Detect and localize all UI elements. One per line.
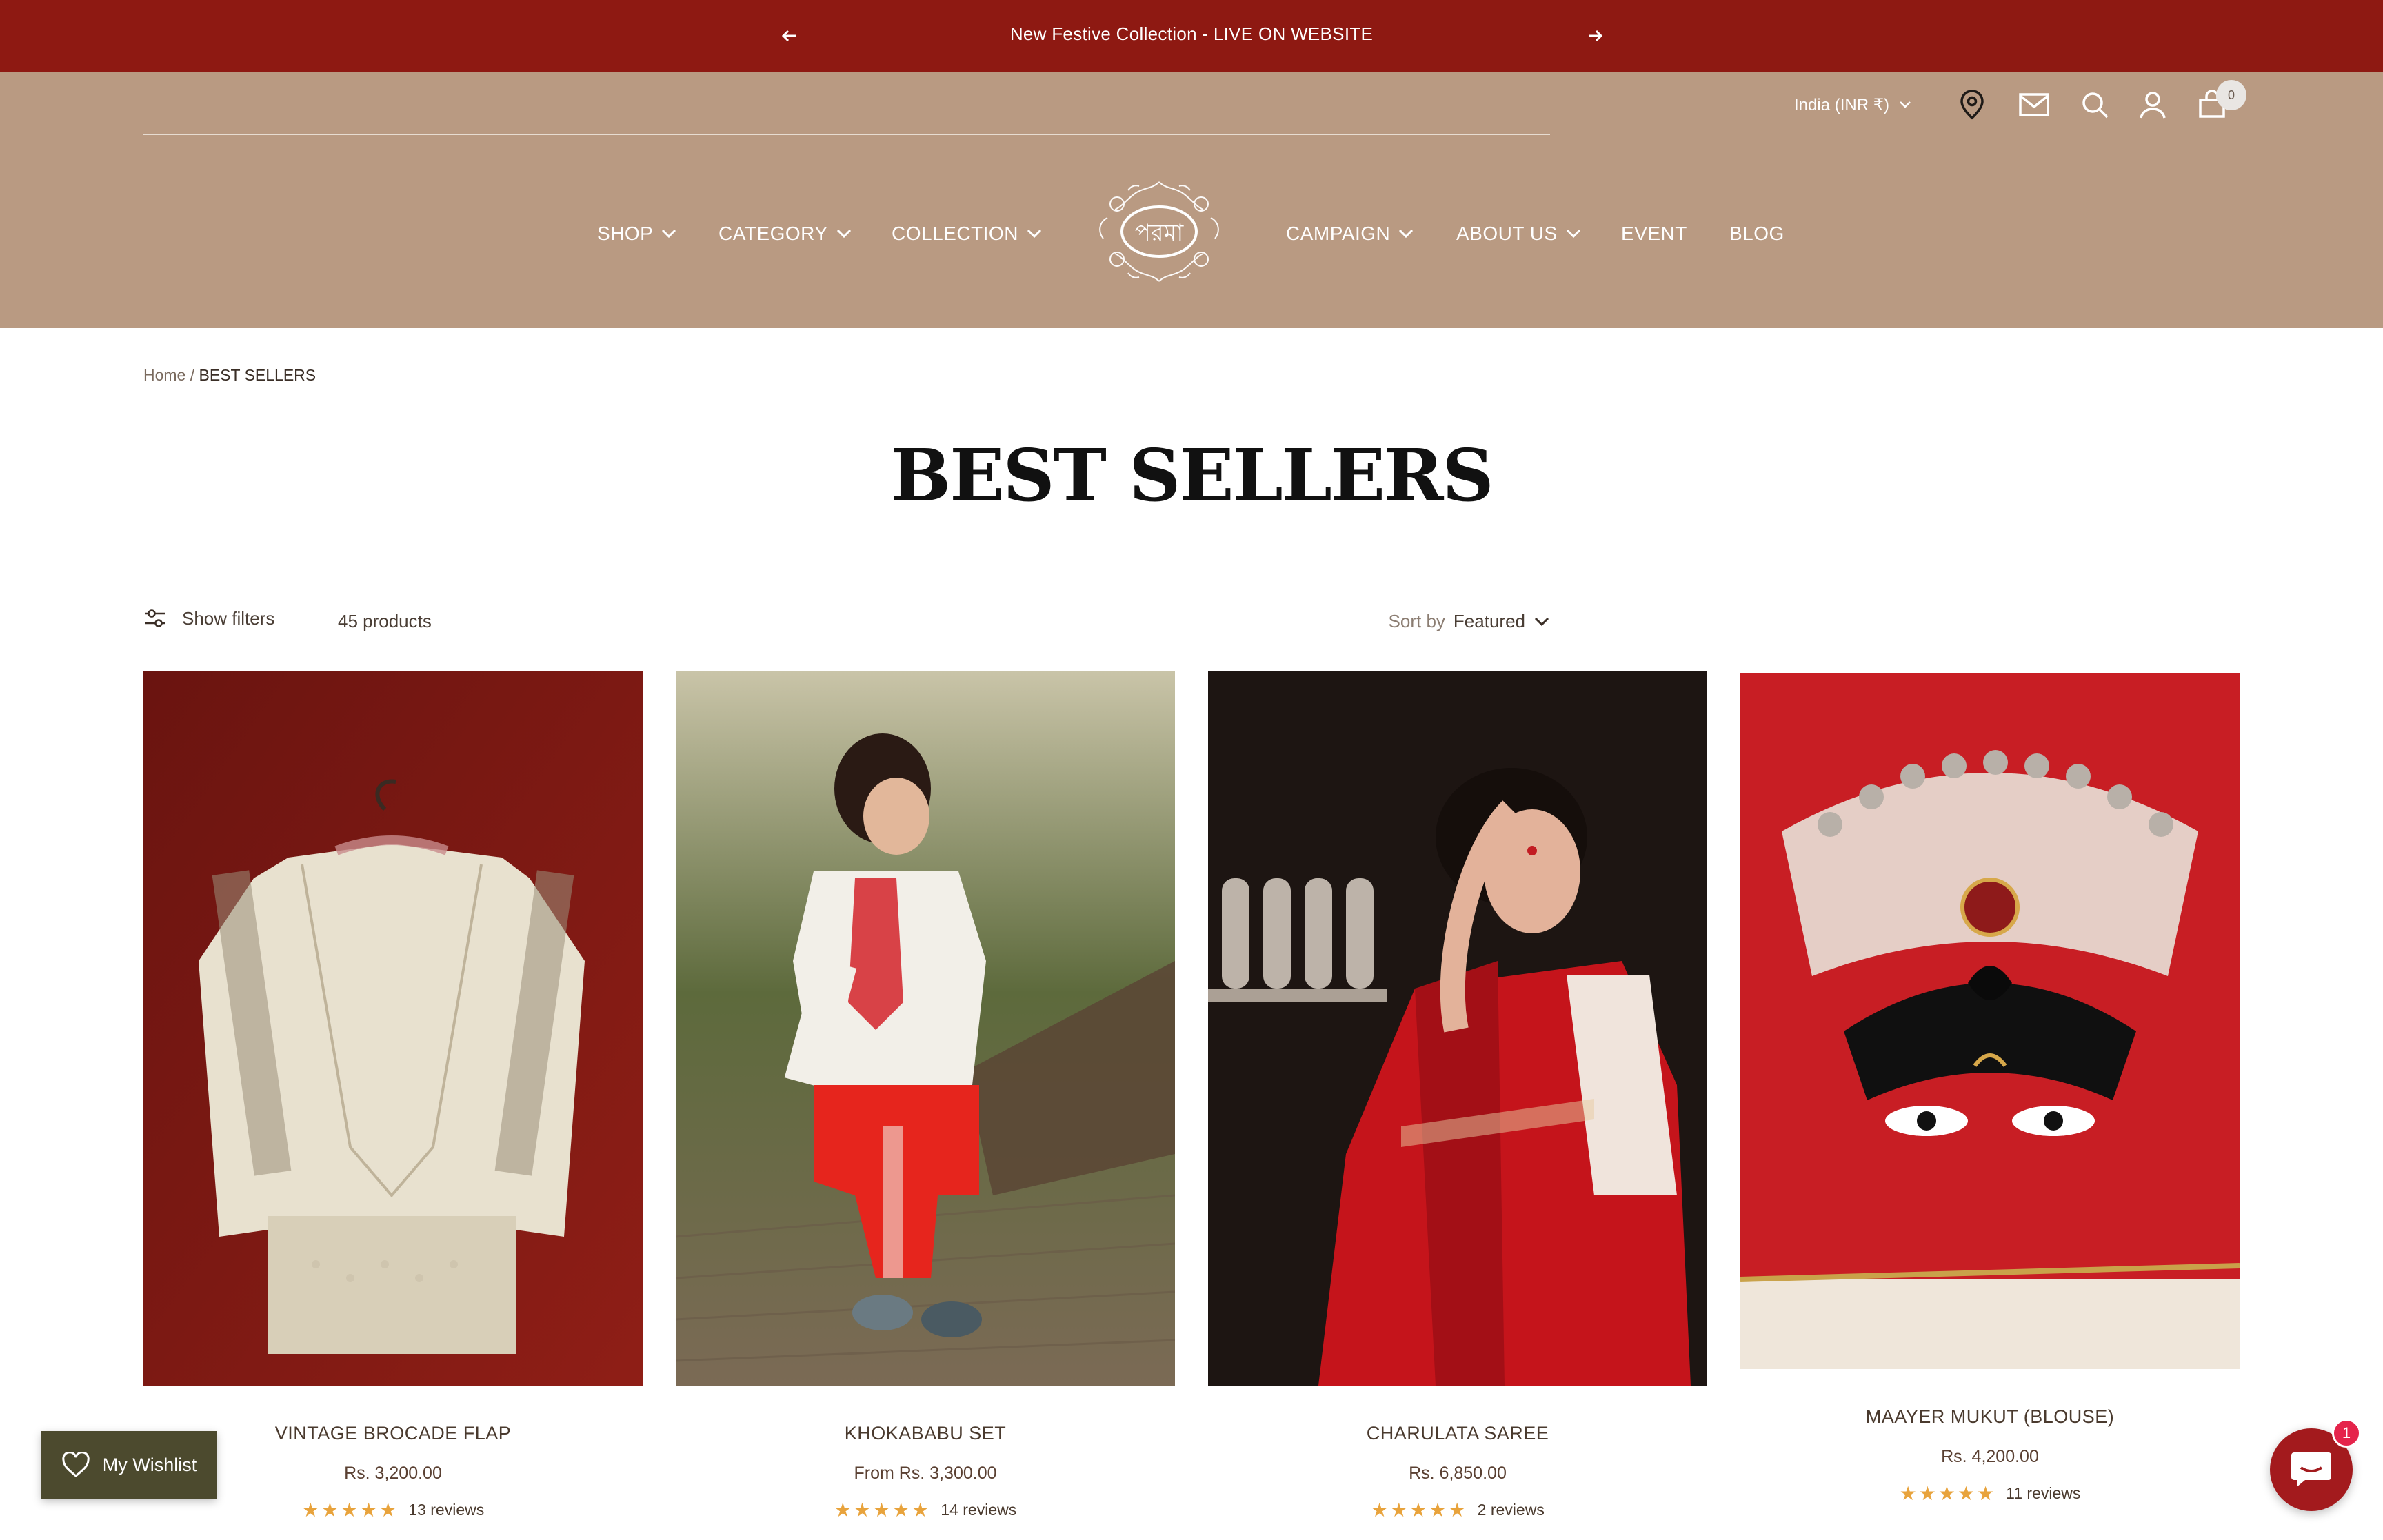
nav-label: SHOP [597, 223, 654, 244]
nav-label: COLLECTION [892, 223, 1018, 244]
product-price: Rs. 4,200.00 [1941, 1447, 2039, 1466]
nav-label: CATEGORY [718, 223, 828, 244]
star-rating-icon: ★★★★★ [301, 1499, 399, 1521]
product-image[interactable] [1740, 673, 2240, 1369]
cart-count-badge: 0 [2216, 80, 2246, 110]
nav-label: EVENT [1621, 223, 1687, 244]
sort-label: Sort by [1388, 611, 1445, 631]
nav-label: BLOG [1729, 223, 1784, 244]
product-title[interactable]: KHOKABABU SET [676, 1423, 1175, 1444]
product-card[interactable]: MAAYER MUKUT (BLOUSE) Rs. 4,200.00 ★★★★★… [1740, 673, 2240, 1505]
sort-dropdown[interactable]: Sort by Featured [1389, 611, 1550, 632]
chevron-down-icon [1027, 229, 1041, 239]
product-price: Rs. 6,850.00 [1409, 1463, 1507, 1483]
star-rating-icon: ★★★★★ [1371, 1499, 1468, 1521]
star-rating-icon: ★★★★★ [1899, 1483, 1997, 1504]
product-image[interactable] [143, 671, 643, 1386]
product-card[interactable]: VINTAGE BROCADE FLAP Rs. 3,200.00 ★★★★★ … [143, 671, 643, 1521]
chevron-down-icon [1900, 101, 1911, 108]
product-price: Rs. 3,200.00 [344, 1463, 442, 1483]
locale-selector[interactable]: India (INR ₹) [1794, 91, 1911, 119]
site-logo[interactable]: পরমা [1087, 176, 1231, 287]
chat-bubble-icon [2291, 1452, 2331, 1487]
announcement-bar: New Festive Collection - LIVE ON WEBSITE [0, 0, 2383, 72]
product-count: 45 products [338, 611, 432, 631]
breadcrumb-home[interactable]: Home [143, 366, 185, 384]
my-wishlist-button[interactable]: My Wishlist [41, 1431, 217, 1499]
review-count: 13 reviews [408, 1501, 485, 1519]
breadcrumb-separator: / [190, 366, 195, 384]
collection-toolbar: Show filters 45 products Sort by Feature… [143, 607, 1550, 634]
product-card[interactable]: CHARULATA SAREE Rs. 6,850.00 ★★★★★ 2 rev… [1208, 671, 1707, 1521]
review-count: 14 reviews [941, 1501, 1017, 1519]
account-icon[interactable] [2135, 87, 2171, 123]
sort-value: Featured [1453, 611, 1525, 631]
chevron-down-icon [1534, 617, 1549, 626]
product-rating: ★★★★★ 2 reviews [1208, 1499, 1707, 1521]
nav-item-event[interactable]: EVENT [1621, 223, 1687, 245]
product-rating: ★★★★★ 13 reviews [143, 1499, 643, 1521]
review-count: 11 reviews [2006, 1484, 2081, 1502]
header-divider [143, 134, 1550, 135]
product-image[interactable] [676, 671, 1175, 1386]
location-pin-icon[interactable] [1954, 87, 1990, 123]
chevron-down-icon [836, 229, 851, 239]
arrow-right-icon[interactable] [1582, 22, 1609, 50]
nav-item-blog[interactable]: BLOG [1729, 223, 1784, 245]
nav-item-shop[interactable]: SHOP [597, 223, 676, 245]
wishlist-label: My Wishlist [102, 1454, 197, 1475]
nav-item-about-us[interactable]: ABOUT US [1456, 223, 1581, 245]
product-title[interactable]: MAAYER MUKUT (BLOUSE) [1740, 1406, 2240, 1428]
chevron-down-icon [662, 229, 676, 239]
logo-wordmark: পরমা [1135, 219, 1185, 247]
breadcrumb: Home / BEST SELLERS [143, 366, 316, 385]
nav-item-campaign[interactable]: CAMPAIGN [1286, 223, 1414, 245]
nav-item-collection[interactable]: COLLECTION [892, 223, 1042, 245]
nav-label: ABOUT US [1456, 223, 1558, 244]
heart-icon [62, 1452, 90, 1477]
page-title: BEST SELLERS [890, 433, 1494, 518]
product-image[interactable] [1208, 671, 1707, 1386]
mail-icon[interactable] [2016, 87, 2052, 123]
chevron-down-icon [1566, 229, 1580, 239]
locale-label: India (INR ₹) [1794, 95, 1889, 114]
product-price: From Rs. 3,300.00 [854, 1463, 997, 1483]
product-rating: ★★★★★ 14 reviews [676, 1499, 1175, 1521]
nav-label: CAMPAIGN [1286, 223, 1391, 244]
product-title[interactable]: VINTAGE BROCADE FLAP [143, 1423, 643, 1444]
show-filters-button[interactable]: Show filters [143, 607, 274, 630]
product-rating: ★★★★★ 11 reviews [1740, 1482, 2240, 1505]
product-card[interactable]: KHOKABABU SET From Rs. 3,300.00 ★★★★★ 14… [676, 671, 1175, 1521]
chat-notification-badge: 1 [2332, 1419, 2361, 1448]
product-title[interactable]: CHARULATA SAREE [1208, 1423, 1707, 1444]
review-count: 2 reviews [1477, 1501, 1545, 1519]
star-rating-icon: ★★★★★ [834, 1499, 932, 1521]
filter-sliders-icon [145, 609, 165, 627]
breadcrumb-current: BEST SELLERS [199, 366, 316, 384]
search-icon[interactable] [2077, 87, 2113, 123]
announcement-text[interactable]: New Festive Collection - LIVE ON WEBSITE [0, 23, 2383, 45]
site-header: India (INR ₹) 0 SHOP CATEGORY COLLECTION… [0, 72, 2383, 328]
chevron-down-icon [1399, 229, 1414, 239]
show-filters-label: Show filters [182, 607, 275, 629]
nav-item-category[interactable]: CATEGORY [718, 223, 852, 245]
